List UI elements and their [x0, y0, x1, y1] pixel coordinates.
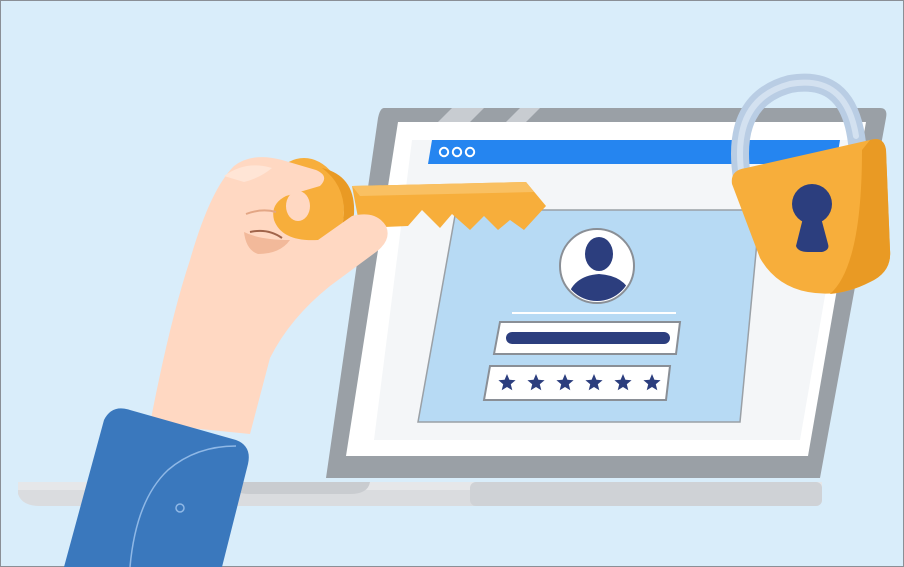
username-field[interactable]: [492, 321, 682, 355]
security-illustration: [0, 0, 904, 567]
username-text-line: [506, 332, 670, 344]
user-avatar-icon: [559, 228, 635, 304]
keyhole-icon: [792, 184, 832, 252]
login-panel: [417, 209, 761, 423]
browser-bar: [428, 140, 840, 164]
illustration-canvas: [0, 0, 904, 567]
password-field[interactable]: [482, 365, 672, 401]
